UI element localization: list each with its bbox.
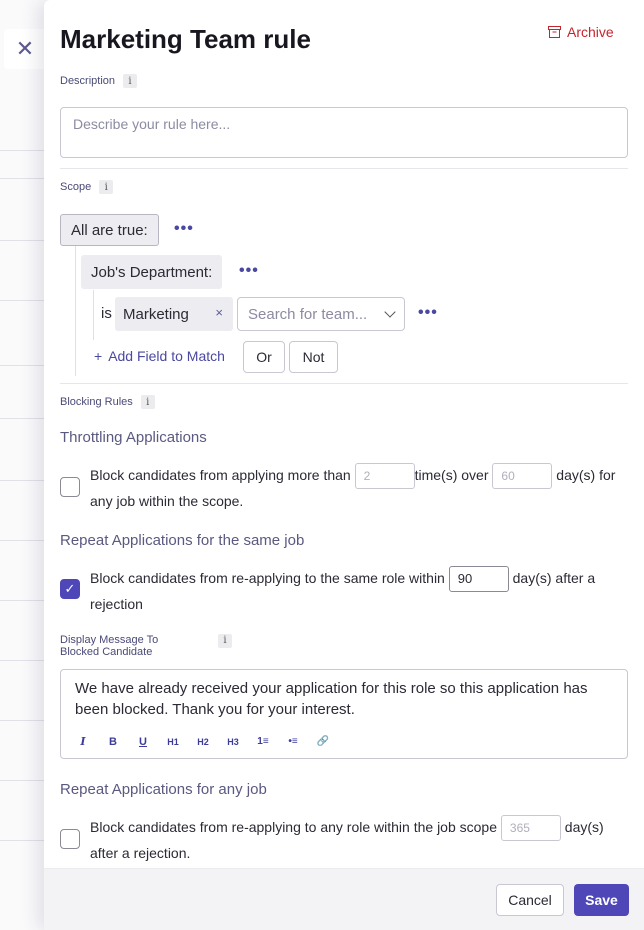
repeat-any-checkbox[interactable] [60,829,80,849]
not-button[interactable]: Not [289,341,338,373]
background-divider [0,540,50,541]
repeat-same-heading: Repeat Applications for the same job [60,532,305,549]
background-divider [0,178,50,179]
background-divider [0,300,50,301]
display-message-text: We have already received your applicatio… [75,680,588,718]
close-button[interactable]: ✕ [4,29,46,69]
italic-icon[interactable]: I [75,735,91,748]
repeat-same-days-input[interactable]: 90 [448,566,509,593]
display-message-editor[interactable]: We have already received your applicatio… [60,669,628,759]
info-icon[interactable]: i [123,74,138,88]
h1-icon[interactable]: H1 [165,737,181,747]
cancel-button[interactable]: Cancel [496,884,564,916]
info-icon[interactable]: i [218,634,232,648]
background-divider [0,365,50,366]
background-divider [0,480,50,481]
description-placeholder: Describe your rule here... [73,116,231,132]
scope-label: Scope i [60,180,114,194]
remove-value-icon[interactable]: × [215,305,223,320]
team-search-placeholder: Search for team... [248,305,368,323]
background-divider [0,660,50,661]
background-divider [0,840,50,841]
ordered-list-icon[interactable]: 1≡ [255,736,271,747]
drawer-footer: Cancel Save [44,868,644,930]
h3-icon[interactable]: H3 [225,737,241,747]
value-more-icon[interactable]: ••• [418,304,438,322]
info-icon[interactable]: i [99,180,114,194]
background-divider [0,418,50,419]
h2-icon[interactable]: H2 [195,737,211,747]
divider [60,383,628,384]
repeat-any-text: Block candidates from re-applying to any… [90,815,635,865]
chevron-down-icon [384,306,396,318]
editor-toolbar: I B U H1 H2 H3 1≡ •≡ 🔗 [75,735,331,748]
link-icon[interactable]: 🔗 [315,736,331,747]
scope-group-chip[interactable]: All are true: [60,214,159,246]
divider [60,168,628,169]
check-icon: ✓ [64,581,76,596]
operator-label: is [101,305,112,322]
throttling-heading: Throttling Applications [60,429,207,446]
background-divider [0,150,50,151]
add-field-label: Add Field to Match [108,348,225,364]
archive-button[interactable]: Archive [548,24,614,40]
background-divider [0,600,50,601]
blocking-rules-label: Blocking Rules i [60,395,155,409]
underline-icon[interactable]: U [135,736,151,748]
background-divider [0,780,50,781]
bullet-list-icon[interactable]: •≡ [285,736,301,747]
background-divider [0,720,50,721]
plus-icon: + [94,348,103,364]
info-icon[interactable]: i [140,395,155,409]
throttling-days-input[interactable]: 60 [492,463,553,490]
display-message-label: Display Message To Blocked Candidate i [60,634,240,658]
team-search-select[interactable]: Search for team... [237,297,405,331]
selected-value-label: Marketing [123,305,189,323]
add-field-button[interactable]: + Add Field to Match [94,348,225,364]
archive-icon [548,26,561,38]
throttling-count-input[interactable]: 2 [354,463,415,490]
field-more-icon[interactable]: ••• [239,262,259,280]
description-label: Description i [60,74,138,88]
field-chip-department[interactable]: Job's Department: [81,255,223,289]
page-title: Marketing Team rule [60,24,311,54]
bold-icon[interactable]: B [105,736,121,748]
repeat-same-text: Block candidates from re-applying to the… [90,566,630,616]
rule-editor-drawer: Marketing Team rule Archive Description … [44,0,644,930]
background-page [0,0,50,930]
description-field[interactable]: Describe your rule here... [60,107,628,158]
throttling-text: Block candidates from applying more than… [90,463,630,513]
or-button[interactable]: Or [243,341,285,373]
group-more-icon[interactable]: ••• [174,220,194,238]
background-divider [0,240,50,241]
close-icon: ✕ [15,36,35,61]
archive-label: Archive [567,24,614,40]
save-button[interactable]: Save [574,884,629,916]
repeat-any-days-input[interactable]: 365 [500,815,561,842]
field-tree-line [93,290,94,340]
throttling-checkbox[interactable] [60,477,80,497]
selected-value-tag: Marketing × [115,297,233,331]
repeat-same-checkbox[interactable]: ✓ [60,579,80,599]
repeat-any-heading: Repeat Applications for any job [60,781,267,798]
scope-tree-line [75,246,76,376]
